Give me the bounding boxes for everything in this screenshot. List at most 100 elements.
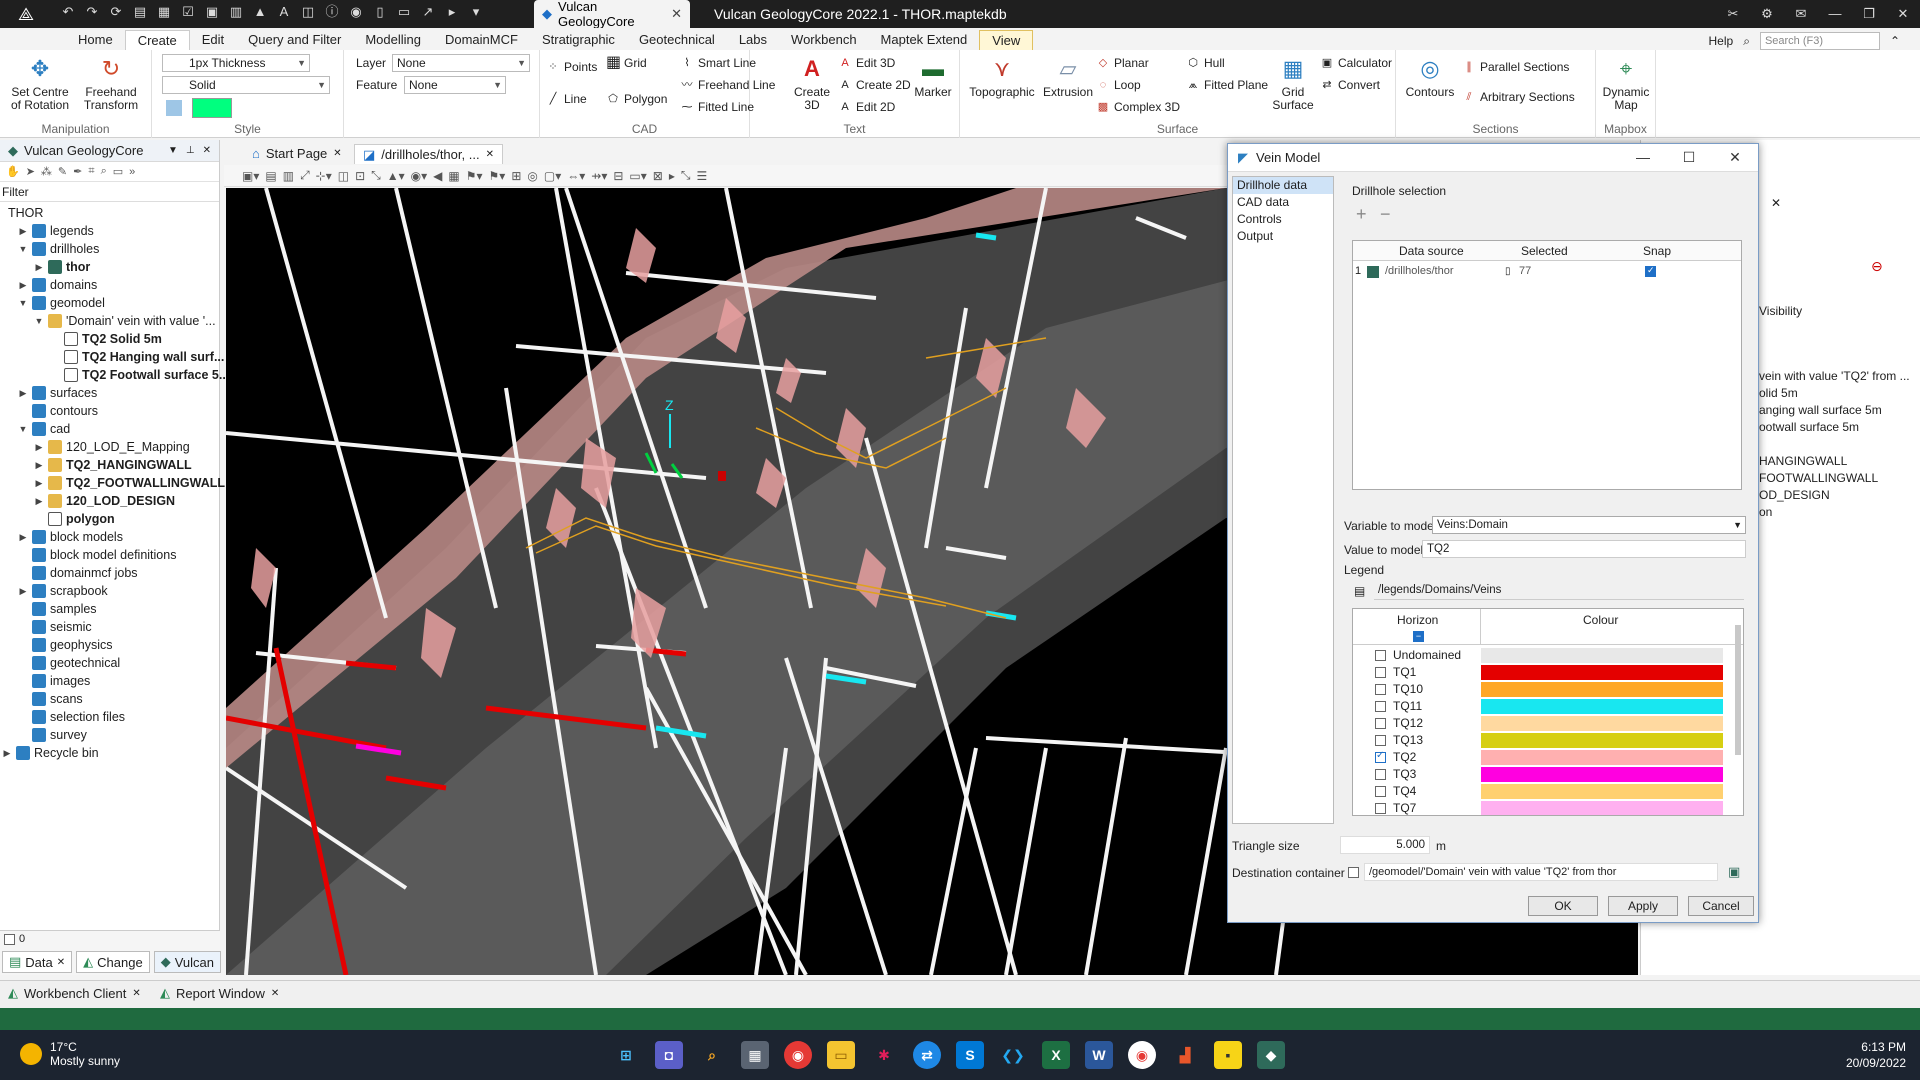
color-picker-icon[interactable]	[166, 100, 182, 116]
checklist-icon[interactable]: ☑	[180, 4, 196, 20]
collapse-ribbon-icon[interactable]: ⌃	[1890, 34, 1900, 48]
horizon-row[interactable]: TQ12	[1353, 715, 1731, 732]
mountain-icon[interactable]: ▲	[252, 4, 268, 20]
undo-icon[interactable]: ↶	[60, 4, 76, 20]
tab-start-page[interactable]: ⌂ Start Page ✕	[244, 144, 350, 164]
thickness-select[interactable]: 1px Thickness ▼	[162, 54, 310, 72]
pen-tool-icon[interactable]: ✒	[73, 165, 82, 178]
chevron-right-icon[interactable]: ▶	[34, 492, 44, 510]
close-icon[interactable]: ✕	[486, 145, 494, 165]
line-color-swatch[interactable]	[192, 98, 232, 118]
chevron-right-icon[interactable]: ▶	[34, 474, 44, 492]
tree-item[interactable]: ▶ TQ2_FOOTWALLINGWALL	[0, 474, 225, 492]
horizon-row[interactable]: TQ1	[1353, 664, 1731, 681]
horizon-colour-swatch[interactable]	[1481, 767, 1723, 782]
remote-icon[interactable]: ⇄	[913, 1041, 941, 1069]
view-tool-icon[interactable]: ⇔▾	[567, 169, 585, 183]
vscode-icon[interactable]: ❮❯	[999, 1041, 1027, 1069]
selection-icon[interactable]: ▯	[1505, 266, 1511, 277]
tab-vulcan[interactable]: ◆ Vulcan	[153, 951, 221, 973]
horizon-checkbox[interactable]	[1375, 701, 1386, 712]
text-icon[interactable]: A	[276, 4, 292, 20]
tree-item[interactable]: polygon	[0, 510, 219, 528]
tree-item[interactable]: samples	[0, 600, 219, 618]
chevron-right-icon[interactable]: ▶	[18, 582, 28, 600]
teams-icon[interactable]: ◘	[655, 1041, 683, 1069]
view-tool-icon[interactable]: ⚑▾	[466, 169, 483, 183]
arrow-icon[interactable]: ↗	[420, 4, 436, 20]
filter-input[interactable]: Filter	[0, 182, 219, 202]
remove-icon[interactable]: −	[1380, 204, 1391, 225]
terminal-icon[interactable]: ▸	[444, 4, 460, 20]
app-document-tab[interactable]: ◆ Vulcan GeologyCore ✕	[534, 0, 690, 29]
zoom-icon[interactable]: ⌕	[101, 165, 107, 178]
calculator-app-icon[interactable]: ▦	[741, 1041, 769, 1069]
horizon-colour-swatch[interactable]	[1481, 648, 1723, 663]
scrollbar[interactable]	[1735, 625, 1741, 755]
horizon-checkbox[interactable]	[1375, 786, 1386, 797]
chevron-down-icon[interactable]: ▼	[18, 240, 28, 258]
view-tool-icon[interactable]: ⤡	[371, 168, 381, 183]
close-icon[interactable]: ✕	[1771, 196, 1781, 210]
dynamic-map-button[interactable]: ⌖ Dynamic Map	[1598, 54, 1654, 112]
chevron-right-icon[interactable]: ▶	[34, 258, 44, 276]
chevron-right-icon[interactable]: ▶	[18, 384, 28, 402]
chrome-icon[interactable]: ◉	[1128, 1041, 1156, 1069]
tree-item[interactable]: ▶ 120_LOD_E_Mapping	[0, 438, 219, 456]
search-input[interactable]: Search (F3)	[1759, 32, 1880, 50]
close-icon[interactable]: ✕	[203, 140, 211, 162]
view-tool-icon[interactable]: ◉▾	[411, 169, 428, 183]
gear-icon[interactable]: ⚙	[1750, 0, 1784, 28]
extrusion-button[interactable]: ▱ Extrusion	[1040, 54, 1096, 99]
tree-item[interactable]: ▶ 120_LOD_DESIGN	[0, 492, 219, 510]
set-centre-button[interactable]: ✥ Set Centre of Rotation	[6, 54, 74, 112]
close-window-icon[interactable]: ✕	[1886, 0, 1920, 28]
info-icon[interactable]: ⓘ	[324, 4, 340, 20]
view-tool-icon[interactable]: ⊟	[613, 169, 623, 183]
horizon-colour-swatch[interactable]	[1481, 699, 1723, 714]
marker-button[interactable]: ▬ Marker	[910, 54, 956, 99]
tree-item[interactable]: ▶ scrapbook	[0, 582, 219, 600]
horizon-checkbox[interactable]	[1375, 718, 1386, 729]
topographic-button[interactable]: ⋎ Topographic	[966, 54, 1038, 99]
chevron-down-icon[interactable]: ▼	[18, 294, 28, 312]
view-tool-icon[interactable]: ⊡	[355, 169, 365, 183]
destination-checkbox[interactable]	[1348, 867, 1359, 878]
horizon-checkbox[interactable]	[1375, 803, 1386, 814]
view-tool-icon[interactable]: ▸	[669, 169, 675, 183]
chevron-down-icon[interactable]: ▼	[168, 140, 178, 162]
view-tool-icon[interactable]: ▤	[265, 169, 276, 183]
tree-item[interactable]: images	[0, 672, 219, 690]
view-tool-icon[interactable]: ⇸▾	[591, 169, 607, 183]
horizon-checkbox[interactable]	[1375, 769, 1386, 780]
table-row[interactable]: 1 /drillholes/thor ▯ 77	[1353, 263, 1741, 281]
tree-item[interactable]: TQ2 Solid 5m	[0, 330, 219, 348]
maximize-icon[interactable]: ☐	[1666, 149, 1712, 166]
close-icon[interactable]: ✕	[1712, 149, 1758, 166]
tree-item[interactable]: ▶ Recycle bin	[0, 744, 219, 762]
tree-item[interactable]: survey	[0, 726, 219, 744]
tree-item[interactable]: ▶ domains	[0, 276, 219, 294]
chevron-down-icon[interactable]: ▼	[34, 312, 44, 330]
minimize-icon[interactable]: —	[1818, 0, 1852, 28]
chevron-right-icon[interactable]: ▶	[18, 276, 28, 294]
tree-item[interactable]: ▶ block models	[0, 528, 219, 546]
view-tool-icon[interactable]: ◀	[433, 169, 442, 183]
line-button[interactable]: ╱ Line	[546, 92, 587, 106]
tree-item[interactable]: ▶ TQ2_HANGINGWALL	[0, 456, 219, 474]
nav-output[interactable]: Output	[1233, 228, 1333, 245]
create-2d-button[interactable]: A Create 2D	[838, 78, 910, 92]
view-tool-icon[interactable]: ◫	[338, 169, 349, 183]
view-tool-icon[interactable]: ☰	[696, 169, 707, 183]
tab-data[interactable]: ▤ Data ✕	[2, 951, 73, 973]
select-arrow-icon[interactable]: ➤	[26, 165, 35, 178]
horizon-checkbox[interactable]	[1375, 650, 1386, 661]
restore-icon[interactable]: ❐	[1852, 0, 1886, 28]
create-3d-text-button[interactable]: A Create 3D	[792, 54, 832, 112]
legend-browse-icon[interactable]: ▤	[1354, 584, 1365, 598]
vulcan-app-icon[interactable]: ◆	[1257, 1041, 1285, 1069]
minimize-icon[interactable]: —	[1620, 149, 1666, 166]
hand-icon[interactable]: ✋	[6, 165, 20, 178]
tab-change[interactable]: ◭ Change	[76, 951, 150, 973]
view-tool-icon[interactable]: ⊹▾	[316, 169, 332, 183]
